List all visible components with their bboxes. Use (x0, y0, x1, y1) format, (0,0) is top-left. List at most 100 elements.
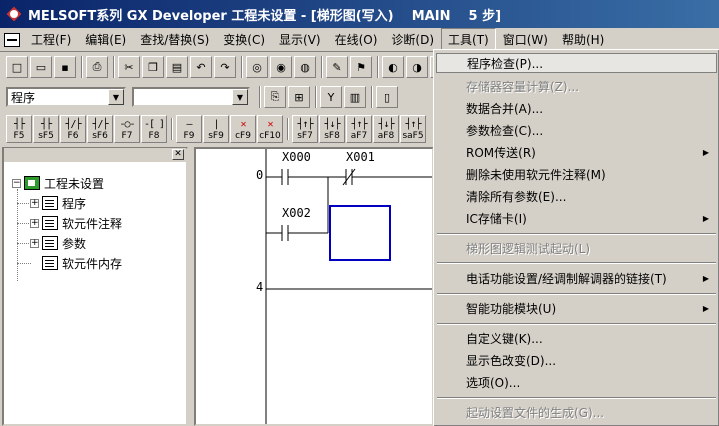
menu-tools[interactable]: 工具(T) (441, 28, 496, 51)
tree-view-icon[interactable]: ⊞ (288, 86, 310, 108)
menu-convert[interactable]: 变换(C) (216, 28, 272, 51)
expand-icon[interactable]: + (30, 238, 39, 248)
fkey-application-instruction[interactable]: -[ ] F8 (141, 115, 167, 143)
toolbar-separator (377, 56, 379, 78)
document-system-icon[interactable] (4, 32, 20, 47)
submenu-arrow-icon: ▶ (702, 213, 709, 223)
menu-item-delete-unused-comments[interactable]: 删除未使用软元件注释(M) (436, 164, 717, 184)
tree-item-label: 参数 (62, 236, 87, 251)
fkey-delete-vertical[interactable]: ✕ cF10 (257, 115, 283, 143)
tree-connector (17, 203, 31, 204)
copy-icon[interactable]: ❐ (142, 56, 164, 78)
tree-item-device-comment[interactable]: + 软元件注释 (30, 214, 122, 232)
find-device-icon[interactable]: ◉ (270, 56, 292, 78)
menu-item-options[interactable]: 选项(O)... (436, 372, 717, 392)
menu-separator (437, 397, 716, 399)
menu-window[interactable]: 窗口(W) (496, 28, 555, 51)
menu-edit[interactable]: 编辑(E) (78, 28, 133, 51)
redo-icon[interactable]: ↷ (214, 56, 236, 78)
menu-help[interactable]: 帮助(H) (555, 28, 611, 51)
menu-item-intelligent-module[interactable]: 智能功能模块(U) ▶ (436, 298, 717, 318)
tree-root[interactable]: − 工程未设置 (12, 174, 104, 192)
cut-icon[interactable]: ✂ (118, 56, 140, 78)
fkey-parallel-closed-contact[interactable]: ┤/├ sF6 (87, 115, 113, 143)
menu-item-data-merge[interactable]: 数据合并(A)... (436, 98, 717, 118)
tree-item-label: 软元件内存 (62, 256, 123, 271)
toolbar-separator (241, 56, 243, 78)
melsoft-app-icon[interactable] (6, 6, 22, 22)
menu-item-startup-settings: 起动设置文件的生成(G)... (466, 405, 605, 420)
fkey-coil[interactable]: -○- F7 (114, 115, 140, 143)
menu-item-customize-keys[interactable]: 自定义键(K)... (436, 328, 717, 348)
project-tree-panel: ✕ − 工程未设置 + 程序 + 软元件注释 + 参数 软元件内存 (2, 147, 188, 426)
submenu-arrow-icon: ▶ (702, 147, 709, 157)
menu-item-ic-memory-card[interactable]: IC存储卡(I) ▶ (436, 208, 717, 228)
expand-icon[interactable]: + (30, 218, 39, 228)
find-icon[interactable]: ◎ (246, 56, 268, 78)
chevron-down-icon[interactable]: ▼ (232, 89, 248, 105)
read-plc-icon[interactable]: ⚑ (350, 56, 372, 78)
fkey-parallel-rising-edge[interactable]: ┤↑├ aF7 (346, 115, 372, 143)
paste-icon[interactable]: ▤ (166, 56, 188, 78)
contact-label-x002: X002 (282, 206, 311, 220)
menu-item-telephone-modem[interactable]: 电话功能设置/经调制解调器的链接(T) ▶ (436, 268, 717, 288)
save-icon[interactable]: ▪ (54, 56, 76, 78)
menu-item-rom-transfer[interactable]: ROM传送(R) ▶ (436, 142, 717, 162)
menu-item-display-color[interactable]: 显示色改变(D)... (436, 350, 717, 370)
menu-item-parameter-check[interactable]: 参数检查(C)... (436, 120, 717, 140)
fkey-parallel-falling-edge[interactable]: ┤↓├ aF8 (373, 115, 399, 143)
menu-view[interactable]: 显示(V) (272, 28, 328, 51)
tree-item-program[interactable]: + 程序 (30, 194, 86, 212)
menu-find-replace[interactable]: 查找/替换(S) (133, 28, 216, 51)
monitor-icon[interactable]: ◐ (382, 56, 404, 78)
fkey-vertical-line[interactable]: | sF9 (203, 115, 229, 143)
data-type-select[interactable]: 程序 ▼ (6, 87, 126, 107)
ladder-view-icon[interactable]: ⎘ (264, 86, 286, 108)
tree-panel-header: ✕ (4, 148, 186, 162)
menu-separator (437, 323, 716, 325)
undo-icon[interactable]: ↶ (190, 56, 212, 78)
ladder-editor[interactable]: 0 4 X000 X001 X002 (194, 147, 434, 426)
collapse-icon[interactable]: − (12, 178, 21, 188)
print-icon[interactable]: ⎙ (86, 56, 108, 78)
window-title: MELSOFT系列 GX Developer 工程未设置 - [梯形图(写入) … (28, 8, 502, 24)
fkey-open-contact[interactable]: ┤├ F5 (6, 115, 32, 143)
standard-toolbar: □ ▭ ▪ ⎙ ✂ ❐ ▤ ↶ ↷ ◎ ◉ ◍ ✎ ⚑ ◐ ◑ ▣ (0, 53, 454, 81)
toolbar-separator (259, 86, 261, 108)
tree-item-label: 程序 (62, 196, 87, 211)
menu-diagnostics[interactable]: 诊断(D) (384, 28, 441, 51)
fkey-horizontal-line[interactable]: — F9 (176, 115, 202, 143)
toolbar-separator (171, 118, 173, 140)
tree-item-device-memory[interactable]: 软元件内存 (42, 254, 122, 272)
expand-icon[interactable]: + (30, 198, 39, 208)
find-instruction-icon[interactable]: ◍ (294, 56, 316, 78)
tree-item-parameter[interactable]: + 参数 (30, 234, 86, 252)
fkey-rising-edge[interactable]: ┤↑├ sF7 (292, 115, 318, 143)
fkey-closed-contact[interactable]: ┤/├ F6 (60, 115, 86, 143)
toolbar-separator (321, 56, 323, 78)
menu-item-memory-capacity: 存储器容量计算(Z)... (466, 79, 580, 94)
sfc-icon[interactable]: ▯ (376, 86, 398, 108)
contact-label-x001: X001 (346, 150, 375, 164)
write-plc-icon[interactable]: ✎ (326, 56, 348, 78)
comment-icon[interactable]: ▥ (344, 86, 366, 108)
fkey-parallel-open-contact[interactable]: ┤├ sF5 (33, 115, 59, 143)
fkey-falling-edge[interactable]: ┤↓├ sF8 (319, 115, 345, 143)
submenu-arrow-icon: ▶ (702, 303, 709, 313)
menu-project[interactable]: 工程(F) (24, 28, 78, 51)
menu-item-clear-all-parameters[interactable]: 清除所有参数(E)... (436, 186, 717, 206)
instruction-list-icon[interactable]: Y (320, 86, 342, 108)
close-icon[interactable]: ✕ (172, 149, 184, 160)
zoom-icon[interactable]: ◑ (406, 56, 428, 78)
chevron-down-icon[interactable]: ▼ (108, 89, 124, 105)
fkey-operation-result-rising[interactable]: ┤↑├ saF5 (400, 115, 426, 143)
ladder-symbol-toolbar: ┤├ F5 ┤├ sF5 ┤/├ F6 ┤/├ sF6 -○- F7 -[ ] F8 — F9… (0, 113, 427, 145)
fkey-delete-horizontal[interactable]: ✕ cF9 (230, 115, 256, 143)
menu-item-program-check[interactable]: 程序检查(P)... (436, 53, 717, 73)
menu-online[interactable]: 在线(O) (328, 28, 385, 51)
menu-separator (437, 262, 716, 264)
open-folder-icon[interactable]: ▭ (30, 56, 52, 78)
new-file-icon[interactable]: □ (6, 56, 28, 78)
tree-connector (17, 243, 31, 244)
program-select[interactable]: ▼ (132, 87, 250, 107)
